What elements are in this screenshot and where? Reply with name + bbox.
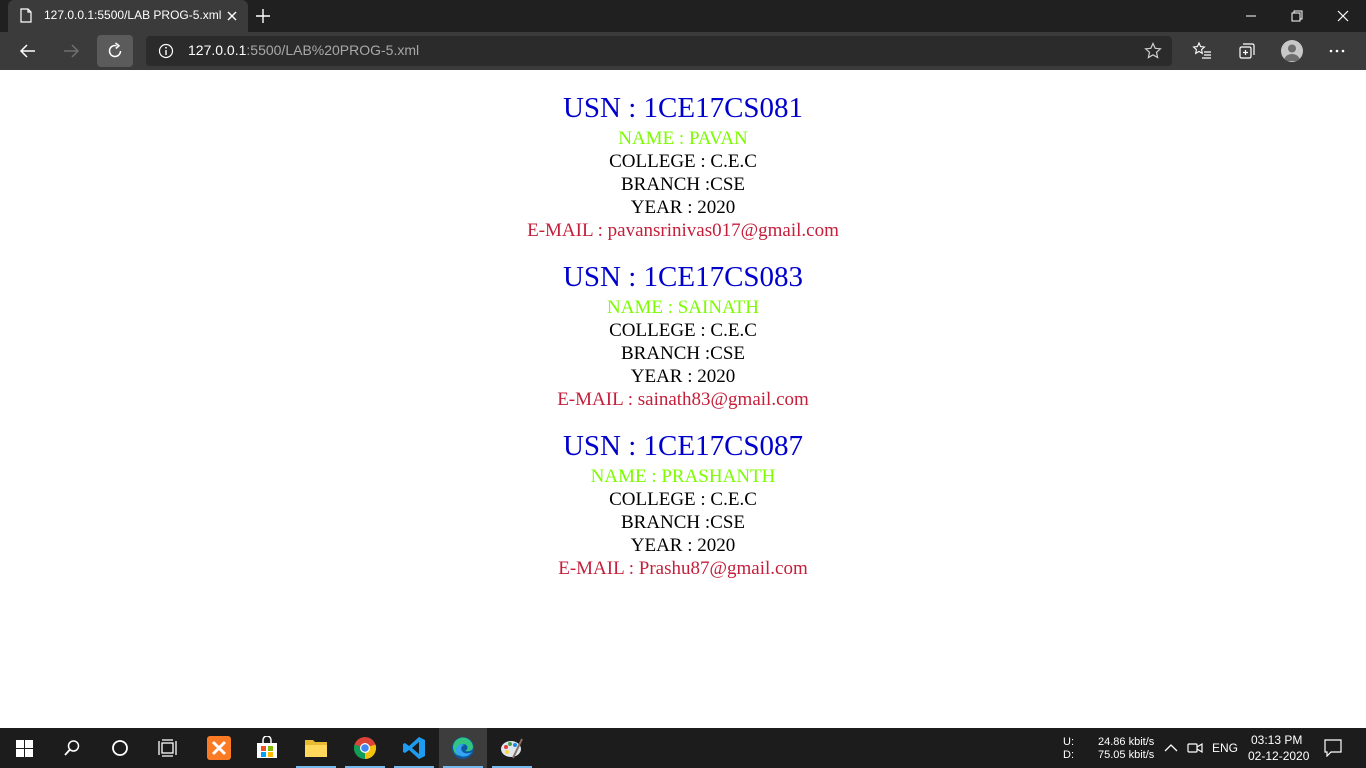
task-view-icon [158,739,177,757]
xampp-app[interactable] [195,728,243,768]
chrome-icon [353,737,377,760]
profile-icon [1284,44,1300,61]
student-record: USN : 1CE17CS083 NAME : SAINATH COLLEGE … [0,258,1366,411]
usn-text: USN : 1CE17CS081 [562,92,804,124]
paint-icon [501,738,523,759]
search-icon [64,740,80,756]
store-icon [257,736,277,758]
upload-label: U: [1063,736,1074,748]
college-text: COLLEGE : C.E.C [609,320,757,341]
year-text: YEAR : 2020 [630,366,736,387]
vscode-app[interactable] [390,728,438,768]
close-icon [1337,10,1349,22]
back-icon [19,44,35,58]
address-bar[interactable]: 127.0.0.1:5500/LAB%20PROG-5.xml [146,36,1172,66]
forward-button[interactable] [53,35,89,67]
plus-icon[interactable] [254,7,272,25]
collections-icon [1239,43,1255,59]
xampp-icon [207,736,231,760]
vscode-icon [403,737,425,759]
url-text: 127.0.0.1:5500/LAB%20PROG-5.xml [188,42,419,58]
cortana-button[interactable] [96,728,144,768]
name-text: NAME : PAVAN [618,128,748,149]
favorites-button[interactable] [1184,35,1220,67]
college-text: COLLEGE : C.E.C [609,489,757,510]
download-label: D: [1063,749,1074,761]
student-record: USN : 1CE17CS081 NAME : PAVAN COLLEGE : … [0,89,1366,242]
language-indicator[interactable]: ENG [1212,741,1238,755]
collections-button[interactable] [1229,35,1265,67]
usn-text: USN : 1CE17CS087 [562,430,804,462]
minimize-button[interactable] [1228,0,1274,32]
search-button[interactable] [48,728,96,768]
year-text: YEAR : 2020 [630,535,736,556]
clock-time[interactable]: 03:13 PM [1251,733,1302,747]
back-button[interactable] [10,35,46,67]
favorites-icon [1192,41,1211,59]
browser-tab[interactable]: 127.0.0.1:5500/LAB PROG-5.xml [8,0,248,32]
task-view-button[interactable] [144,728,192,768]
close-window-button[interactable] [1320,0,1366,32]
download-speed: 75.05 kbit/s [1098,749,1155,761]
star-icon[interactable] [1144,42,1162,60]
url-path: :5500/LAB%20PROG-5.xml [246,42,420,58]
url-host: 127.0.0.1 [188,42,247,58]
edge-icon [452,737,474,759]
forward-icon [64,44,80,58]
branch-text: BRANCH :CSE [620,512,746,533]
notification-icon[interactable] [1324,739,1342,757]
year-text: YEAR : 2020 [630,197,736,218]
taskbar: U: D: 24.86 kbit/s 75.05 kbit/s ENG 03:1… [0,728,1366,768]
more-icon [1329,49,1345,53]
tab-title: 127.0.0.1:5500/LAB PROG-5.xml [44,8,222,22]
restore-icon [1291,10,1303,22]
clock-date[interactable]: 02-12-2020 [1248,749,1309,763]
close-icon[interactable] [224,8,240,24]
store-app[interactable] [243,728,291,768]
usn-text: USN : 1CE17CS083 [562,261,804,293]
more-button[interactable] [1319,35,1355,67]
refresh-button[interactable] [97,35,133,67]
name-text: NAME : PRASHANTH [590,466,776,487]
browser-toolbar: 127.0.0.1:5500/LAB%20PROG-5.xml [0,32,1366,70]
email-text: E-MAIL : Prashu87@gmail.com [558,558,808,579]
chevron-up-icon[interactable] [1164,743,1178,753]
meet-now-icon[interactable] [1187,741,1203,755]
cortana-icon [112,740,128,756]
file-explorer-app[interactable] [292,728,340,768]
page-icon [20,8,32,23]
edge-app[interactable] [439,728,487,768]
restore-button[interactable] [1274,0,1320,32]
upload-speed: 24.86 kbit/s [1098,736,1155,748]
branch-text: BRANCH :CSE [620,174,746,195]
windows-icon [15,739,33,757]
name-text: NAME : SAINATH [607,297,759,318]
college-text: COLLEGE : C.E.C [609,151,757,172]
title-bar: 127.0.0.1:5500/LAB PROG-5.xml [0,0,1366,32]
email-text: E-MAIL : pavansrinivas017@gmail.com [527,220,839,241]
minimize-icon [1246,15,1256,17]
page-content: USN : 1CE17CS081 NAME : PAVAN COLLEGE : … [0,70,1366,728]
info-icon[interactable] [158,43,174,59]
chrome-app[interactable] [341,728,389,768]
start-button[interactable] [0,728,48,768]
paint-app[interactable] [488,728,536,768]
email-text: E-MAIL : sainath83@gmail.com [557,389,809,410]
profile-button[interactable] [1281,40,1303,62]
refresh-icon [108,42,122,58]
student-record: USN : 1CE17CS087 NAME : PRASHANTH COLLEG… [0,427,1366,580]
branch-text: BRANCH :CSE [620,343,746,364]
file-explorer-icon [305,740,327,757]
